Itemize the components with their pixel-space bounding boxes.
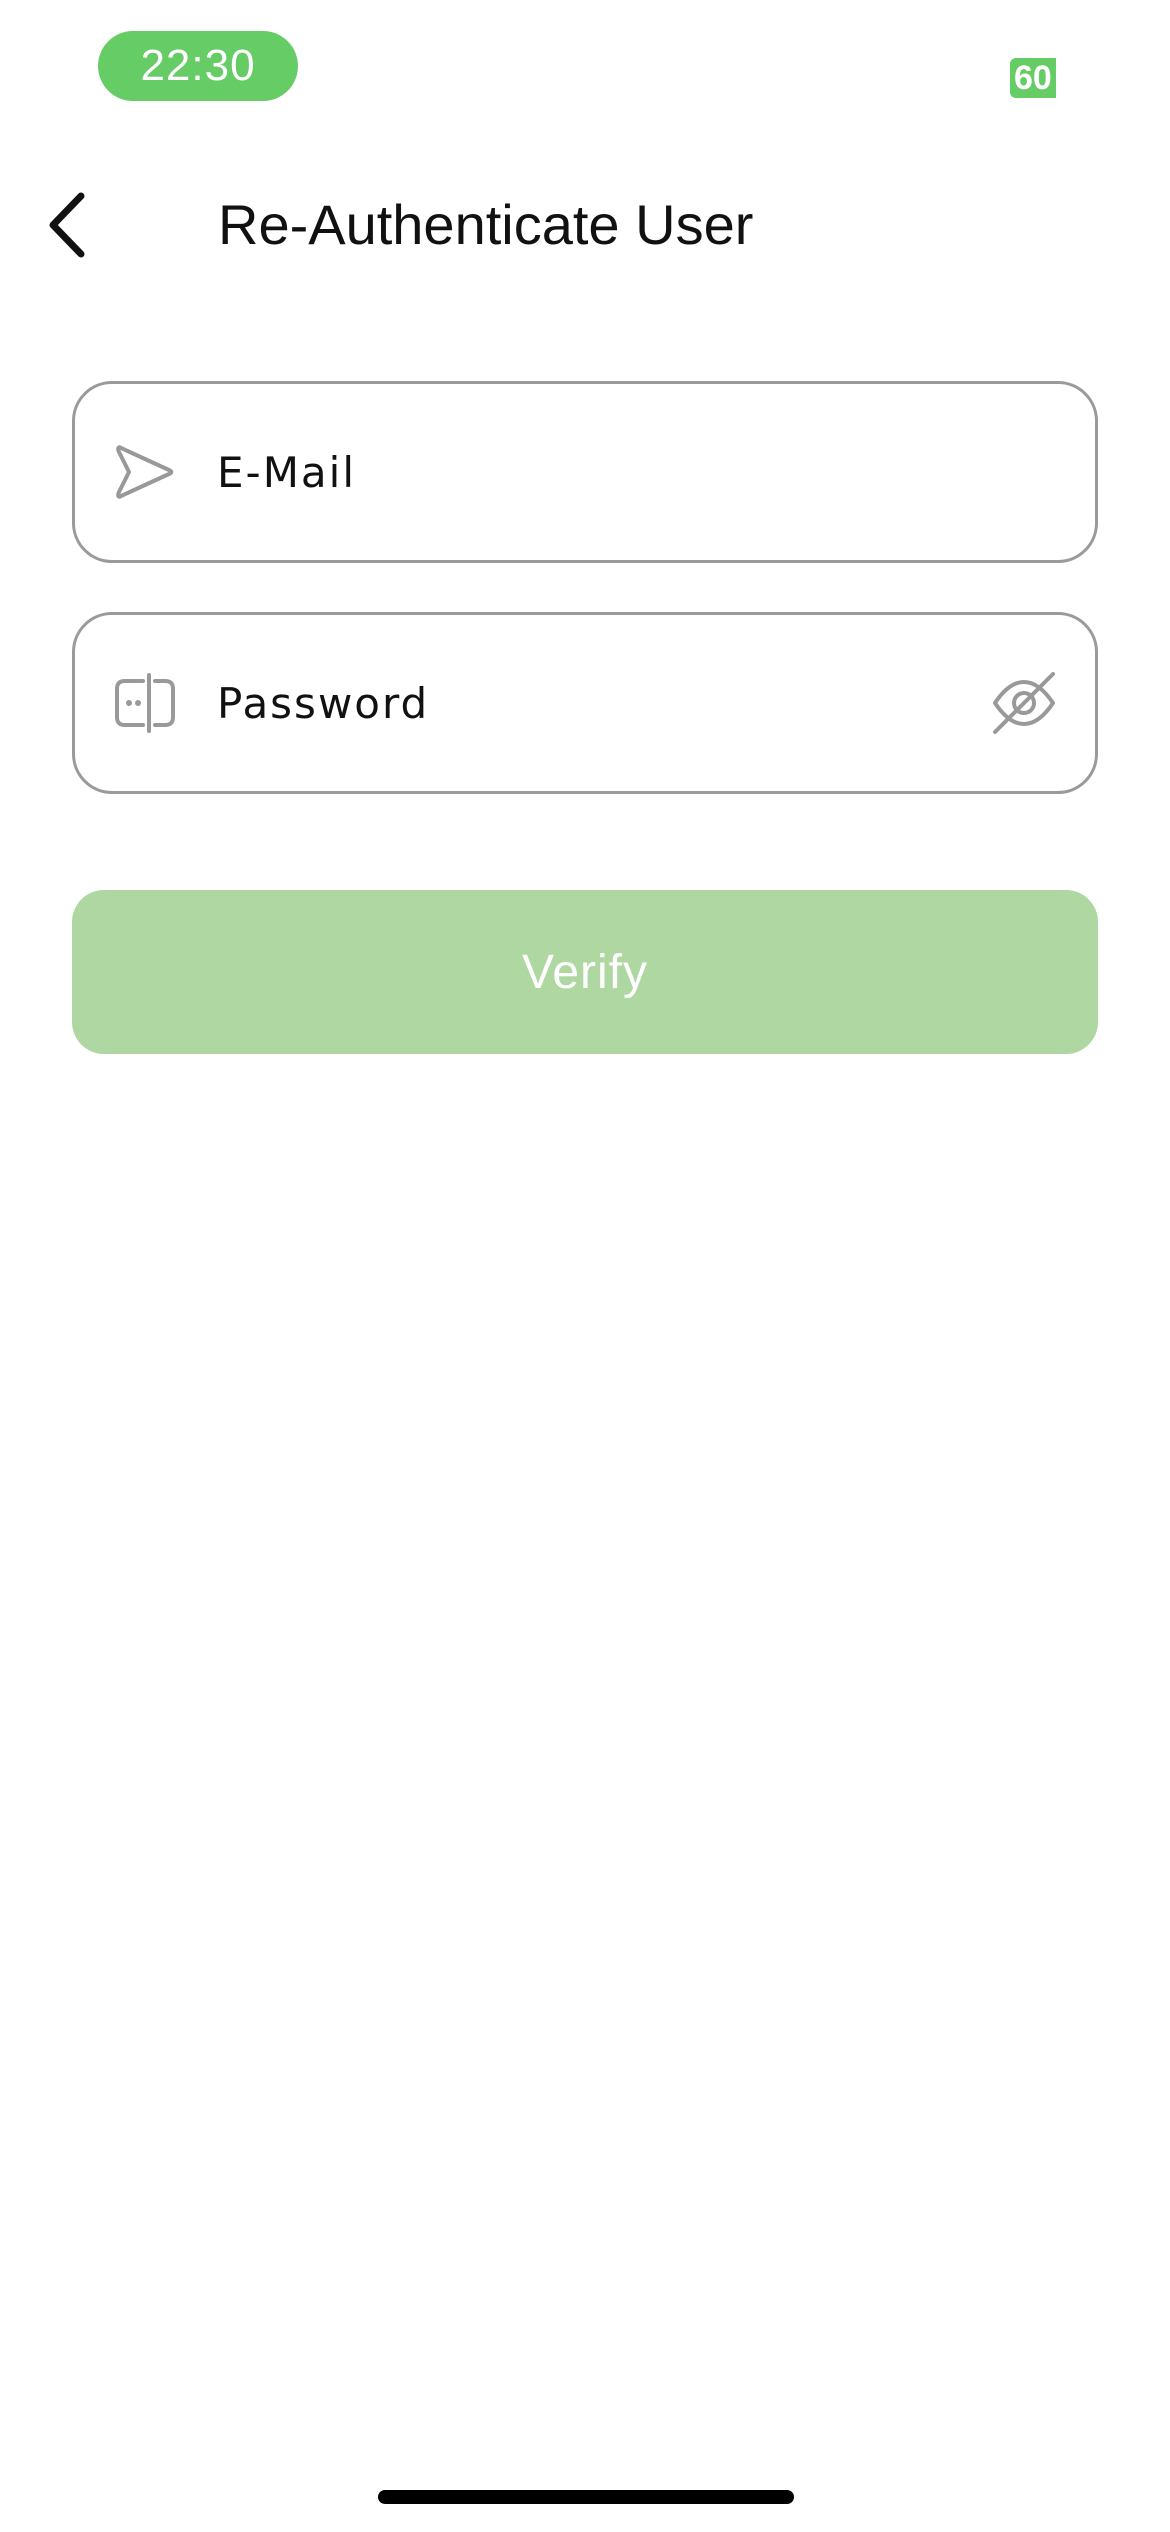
battery-indicator: 60	[1010, 58, 1056, 98]
home-indicator	[378, 2490, 794, 2504]
status-time: 22:30	[98, 31, 298, 101]
re-authenticate-screen: 22:30 60 Re-Authenticate User Verify	[0, 0, 1170, 2532]
password-icon	[115, 673, 175, 733]
email-input[interactable]	[217, 384, 1017, 560]
send-icon	[116, 445, 174, 499]
page-title: Re-Authenticate User	[218, 193, 754, 256]
password-input[interactable]	[217, 615, 1017, 791]
verify-button[interactable]: Verify	[72, 890, 1098, 1054]
back-button[interactable]	[28, 180, 108, 270]
password-field[interactable]	[72, 612, 1098, 794]
eye-off-icon[interactable]	[989, 668, 1059, 738]
email-field[interactable]	[72, 381, 1098, 563]
chevron-left-icon	[49, 192, 85, 258]
